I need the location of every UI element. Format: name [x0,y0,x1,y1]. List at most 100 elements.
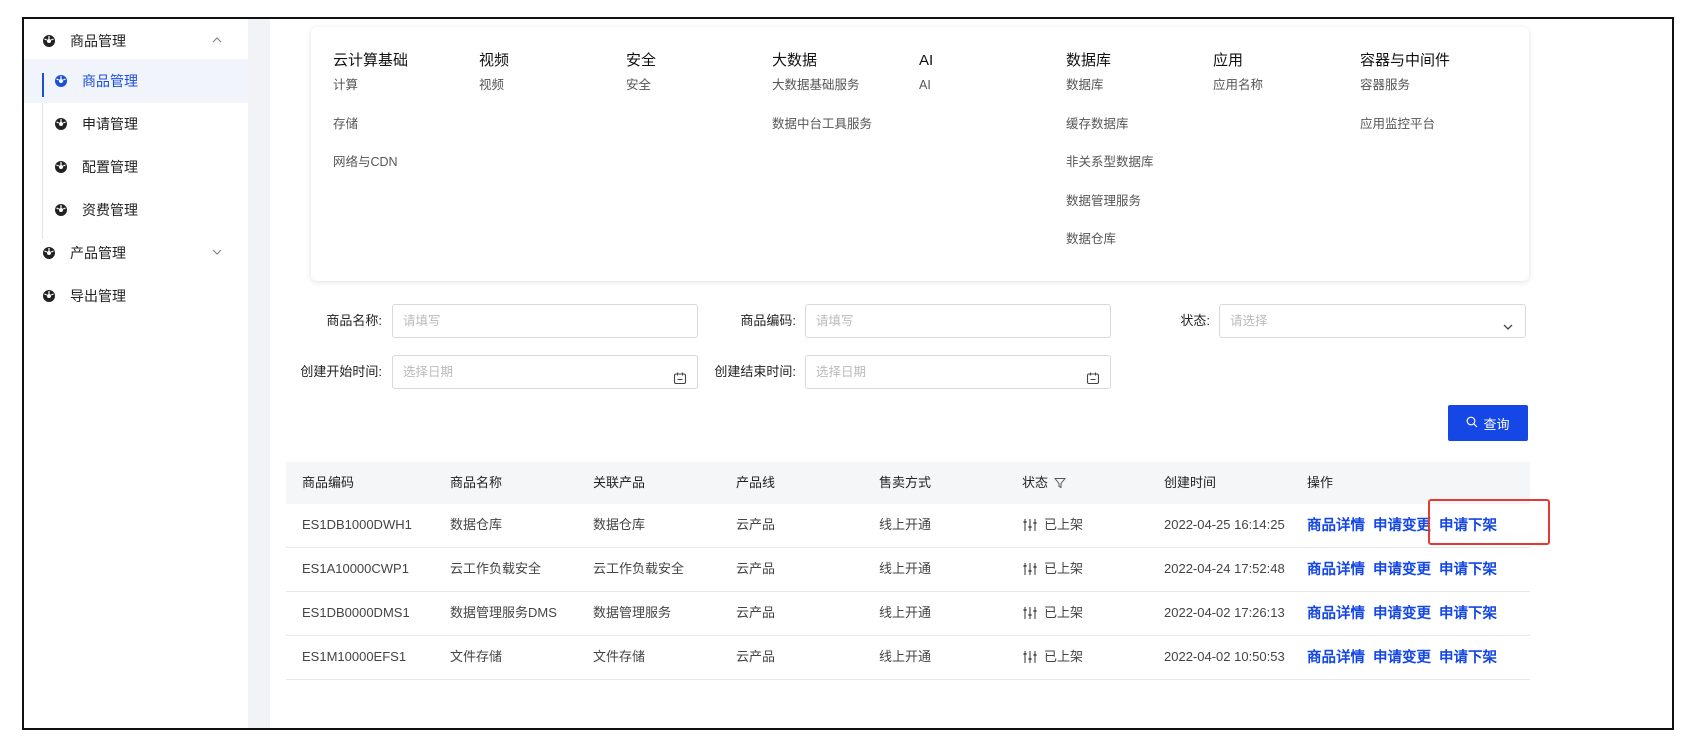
category-item[interactable]: 存储 [333,112,408,151]
cell-name: 数据仓库 [450,517,503,532]
cell-line: 云产品 [736,561,776,576]
cell-created: 2022-04-24 17:52:48 [1164,561,1285,576]
calendar-icon [673,365,687,385]
category-title: 容器与中间件 [1360,52,1451,69]
delist-link[interactable]: 申请下架 [1439,636,1497,680]
sidebar-group-label: 商品管理 [70,33,126,49]
sidebar-group-export[interactable]: 导出管理 [24,274,268,318]
product-name-input[interactable]: 请填写 [392,304,698,338]
cell-name: 数据管理服务DMS [450,605,557,620]
detail-link[interactable]: 商品详情 [1307,548,1365,592]
detail-link[interactable]: 商品详情 [1307,636,1365,680]
sliders-icon [1022,518,1038,532]
change-link[interactable]: 申请变更 [1373,636,1431,680]
product-code-placeholder: 请填写 [816,314,854,328]
category-item[interactable]: 计算 [333,73,408,112]
sliders-icon [1022,650,1038,664]
cell-product: 数据仓库 [593,517,646,532]
cell-sale: 线上开通 [879,605,932,620]
category-column: 大数据 大数据基础服务 数据中台工具服务 [772,49,872,150]
chevron-down-icon[interactable] [210,245,224,259]
category-column: AI AI [919,49,933,112]
cell-code: ES1DB1000DWH1 [302,517,412,532]
sidebar-item-config-management[interactable]: 配置管理 [24,145,268,189]
cell-line: 云产品 [736,605,776,620]
change-link[interactable]: 申请变更 [1373,592,1431,636]
delist-link[interactable]: 申请下架 [1439,548,1497,592]
category-item[interactable]: 大数据基础服务 [772,73,872,112]
category-item[interactable]: 应用名称 [1213,73,1263,112]
sidebar: 商品管理 商品管理 申请管理 配置管理 资费管理 产品管理 导出管理 [24,19,268,728]
category-item[interactable]: 视频 [479,73,509,112]
category-item[interactable]: AI [919,73,933,112]
category-column: 容器与中间件 容器服务 应用监控平台 [1360,49,1450,150]
detail-link[interactable]: 商品详情 [1307,504,1365,548]
search-icon [1466,416,1478,431]
cell-status: 已上架 [1022,548,1083,590]
category-title: 大数据 [772,52,818,69]
cell-status: 已上架 [1022,636,1083,678]
category-item[interactable]: 安全 [626,73,656,112]
delist-link[interactable]: 申请下架 [1439,592,1497,636]
cell-code: ES1M10000EFS1 [302,649,407,664]
category-title: 云计算基础 [333,52,409,69]
query-button[interactable]: 查询 [1448,405,1528,441]
status-select[interactable]: 请选择 [1219,304,1526,338]
sidebar-group-products[interactable]: 产品管理 [24,231,268,275]
status-text: 已上架 [1044,605,1084,620]
category-title: 数据库 [1066,52,1112,69]
product-code-label: 商品编码: [740,313,796,328]
sidebar-item-goods-management[interactable]: 商品管理 [24,59,268,103]
status-text: 已上架 [1044,649,1084,664]
change-link[interactable]: 申请变更 [1373,548,1431,592]
sidebar-item-label: 申请管理 [82,116,138,132]
cell-product: 文件存储 [593,649,646,664]
cell-code: ES1DB0000DMS1 [302,605,410,620]
category-column: 视频 视频 [479,49,509,112]
dashboard-icon [54,117,68,131]
dashboard-icon [42,34,56,48]
sidebar-group-label: 导出管理 [70,288,126,304]
cell-product: 数据管理服务 [593,605,672,620]
cell-created: 2022-04-02 17:26:13 [1164,605,1285,620]
end-time-label: 创建结束时间: [714,364,796,379]
product-code-input[interactable]: 请填写 [805,304,1111,338]
sidebar-group-goods[interactable]: 商品管理 [24,19,268,63]
category-item[interactable]: 网络与CDN [333,150,408,189]
calendar-icon [1086,365,1100,385]
category-item[interactable]: 缓存数据库 [1066,112,1154,151]
cell-sale: 线上开通 [879,561,932,576]
change-link[interactable]: 申请变更 [1373,504,1431,548]
sliders-icon [1022,562,1038,576]
category-column: 安全 安全 [626,49,656,112]
cell-created: 2022-04-25 16:14:25 [1164,517,1285,532]
query-button-label: 查询 [1483,416,1510,432]
status-text: 已上架 [1044,561,1084,576]
detail-link[interactable]: 商品详情 [1307,592,1365,636]
category-column: 应用 应用名称 [1213,49,1263,112]
dashboard-icon [54,203,68,217]
category-item[interactable]: 容器服务 [1360,73,1450,112]
category-item[interactable]: 数据中台工具服务 [772,112,872,151]
category-item[interactable]: 数据仓库 [1066,227,1154,266]
cell-name: 云工作负载安全 [450,561,542,576]
sidebar-item-fee-management[interactable]: 资费管理 [24,188,268,232]
dashboard-icon [42,289,56,303]
category-title: 安全 [626,52,657,69]
filter-icon[interactable] [1054,477,1067,489]
category-item[interactable]: 应用监控平台 [1360,112,1450,151]
table-row: ES1DB0000DMS1 数据管理服务DMS 数据管理服务 云产品 线上开通 … [286,592,1530,636]
category-item[interactable]: 数据库 [1066,73,1154,112]
sidebar-item-application-management[interactable]: 申请管理 [24,102,268,146]
cell-code: ES1A10000CWP1 [302,561,409,576]
cell-sale: 线上开通 [879,649,932,664]
product-name-placeholder: 请填写 [403,314,441,328]
start-date-picker[interactable]: 选择日期 [392,355,698,389]
column-header: 操作 [1307,475,1334,490]
chevron-up-icon[interactable] [210,33,224,47]
column-header-label: 状态 [1022,475,1049,490]
end-date-picker[interactable]: 选择日期 [805,355,1111,389]
category-item[interactable]: 非关系型数据库 [1066,150,1154,189]
category-panel: 云计算基础 计算 存储 网络与CDN 视频 视频 安全 安全 大数据 大数据基础… [311,27,1529,281]
category-item[interactable]: 数据管理服务 [1066,189,1154,228]
